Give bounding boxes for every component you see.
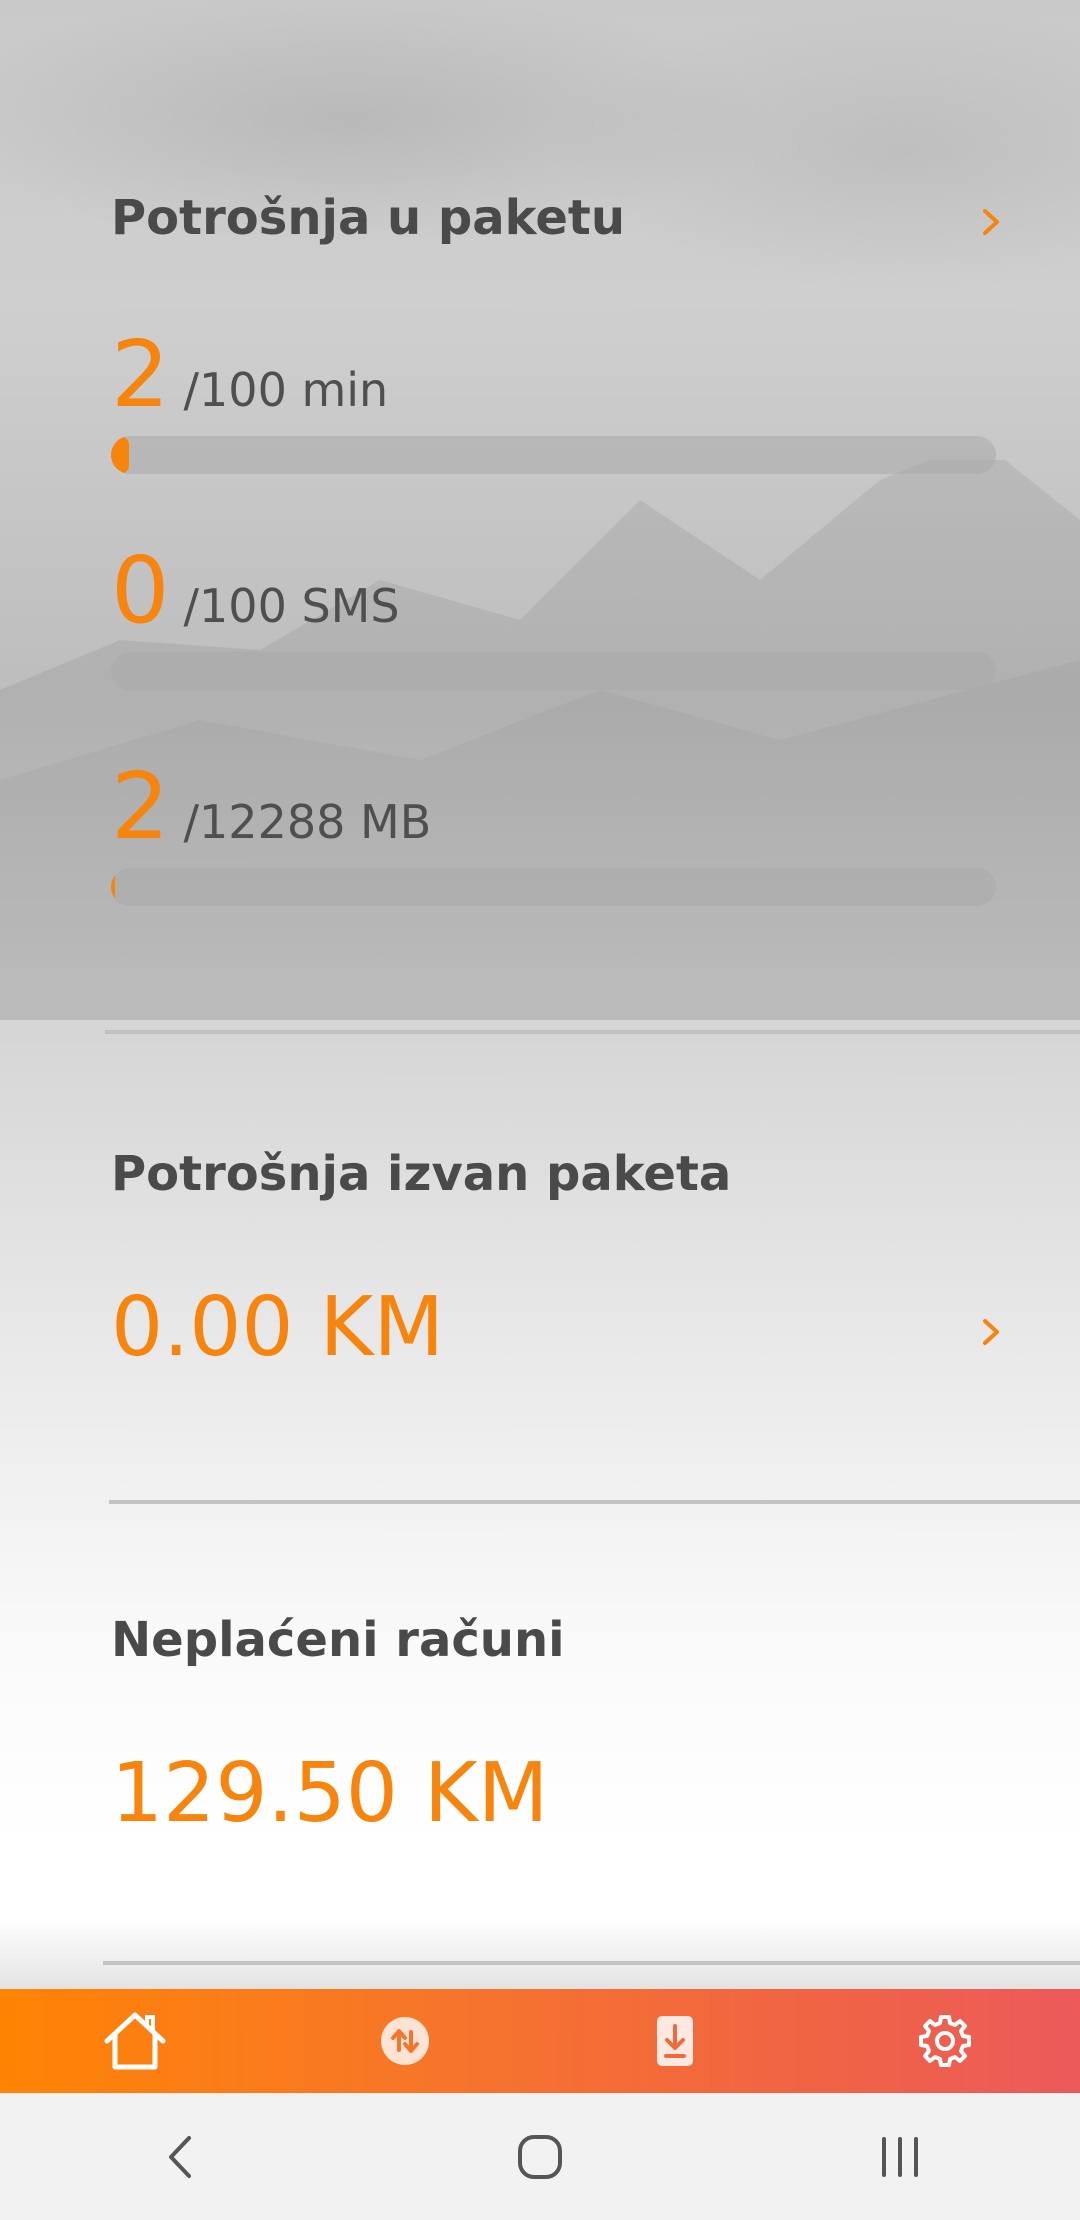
divider	[109, 1500, 1080, 1504]
out-of-package-chevron-icon[interactable]	[976, 1317, 1006, 1347]
sms-total: /100 SMS	[183, 579, 400, 633]
sms-progress-bar	[111, 652, 996, 690]
data-progress-fill	[111, 868, 115, 906]
usage-minutes: 2 /100 min	[111, 321, 996, 474]
system-home-button[interactable]	[410, 2093, 670, 2220]
system-recents-button[interactable]	[770, 2093, 1030, 2220]
system-navigation-bar	[0, 2093, 1080, 2220]
usage-data: 2 /12288 MB	[111, 753, 996, 906]
out-of-package-amount: 0.00 KM	[111, 1280, 445, 1375]
sms-used: 0	[111, 537, 170, 644]
bottom-tab-bar	[0, 1989, 1080, 2093]
tab-settings[interactable]	[810, 1989, 1080, 2093]
tab-home[interactable]	[0, 1989, 270, 2093]
gear-icon	[919, 2015, 971, 2067]
back-icon	[169, 2135, 191, 2178]
divider	[103, 1961, 1080, 1965]
minutes-used: 2	[111, 321, 170, 428]
unpaid-bills-title: Neplaćeni računi	[111, 1612, 565, 1668]
divider	[105, 1030, 1080, 1034]
unpaid-bills-amount: 129.50 KM	[111, 1746, 549, 1841]
phone-download-icon	[657, 2016, 693, 2066]
usage-sms: 0 /100 SMS	[111, 537, 996, 690]
minutes-progress-bar	[111, 436, 996, 474]
minutes-total: /100 min	[183, 363, 389, 417]
home-icon	[104, 2012, 166, 2070]
tab-transfer[interactable]	[270, 1989, 540, 2093]
recents-icon	[882, 2136, 918, 2177]
minutes-progress-fill	[111, 436, 129, 474]
data-progress-bar	[111, 868, 996, 906]
data-used: 2	[111, 753, 170, 860]
data-total: /12288 MB	[183, 795, 432, 849]
out-of-package-title: Potrošnja izvan paketa	[111, 1146, 732, 1202]
home-circle-icon	[518, 2134, 562, 2179]
package-usage-title: Potrošnja u paketu	[111, 190, 625, 246]
transfer-icon	[381, 2017, 429, 2065]
system-back-button[interactable]	[50, 2093, 310, 2220]
package-usage-chevron-icon[interactable]	[976, 207, 1006, 237]
tab-phone-download[interactable]	[540, 1989, 810, 2093]
